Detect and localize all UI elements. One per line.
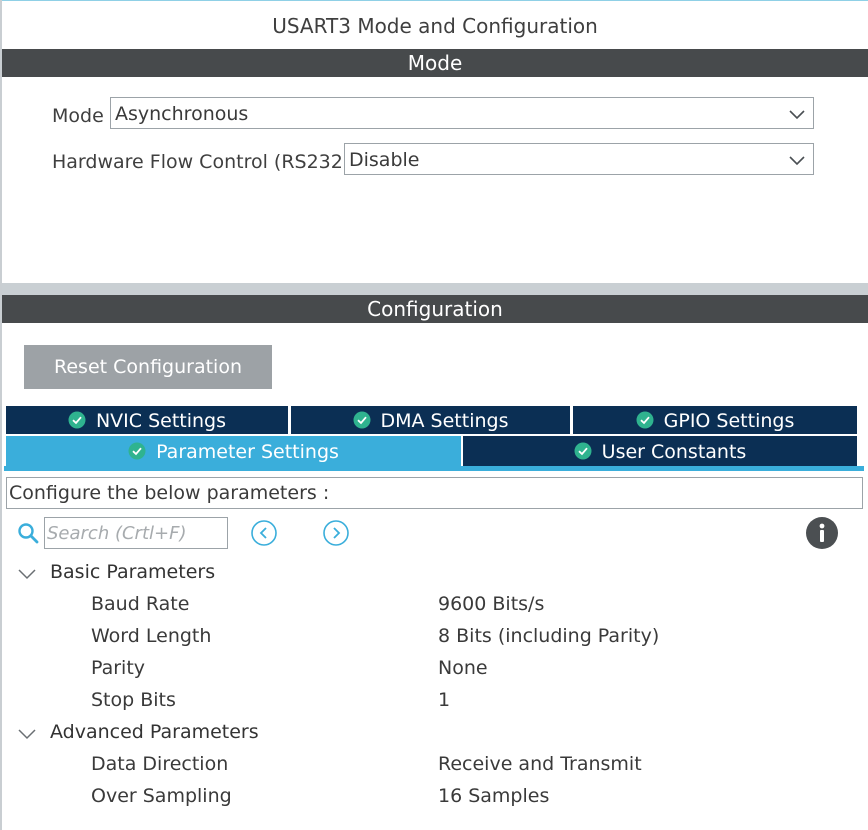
chevron-right-circle-icon[interactable] — [322, 519, 350, 547]
tab-dma-settings-label: DMA Settings — [380, 410, 509, 432]
section-splitter[interactable] — [2, 283, 868, 295]
tab-parameter-settings[interactable]: Parameter Settings — [6, 436, 461, 466]
tab-nvic-settings[interactable]: NVIC Settings — [6, 406, 288, 434]
mode-label: Mode — [52, 105, 104, 127]
param-value[interactable]: 16 Samples — [438, 780, 549, 812]
mode-select[interactable]: Asynchronous — [110, 97, 814, 129]
param-value[interactable]: 1 — [438, 684, 450, 716]
group-advanced-parameters-label: Advanced Parameters — [50, 721, 259, 743]
chevron-down-icon — [789, 156, 805, 166]
check-circle-icon — [353, 411, 370, 429]
chevron-down-icon — [789, 110, 805, 120]
check-circle-icon — [128, 442, 146, 460]
param-value[interactable]: None — [438, 652, 488, 684]
hardware-flow-control-label: Hardware Flow Control (RS232) — [52, 151, 351, 173]
tab-user-constants[interactable]: User Constants — [463, 436, 857, 466]
param-value[interactable]: 9600 Bits/s — [438, 588, 544, 620]
mode-select-value: Asynchronous — [115, 103, 249, 125]
mode-section-header: Mode — [2, 49, 868, 77]
param-name: Stop Bits — [91, 689, 176, 711]
param-name: Over Sampling — [91, 785, 232, 807]
active-tab-indicator — [4, 466, 864, 471]
group-basic-parameters-label: Basic Parameters — [50, 561, 216, 583]
chevron-down-icon — [18, 569, 36, 580]
hardware-flow-control-select[interactable]: Disable — [344, 143, 814, 175]
tab-dma-settings[interactable]: DMA Settings — [291, 406, 570, 434]
configuration-section-header: Configuration — [2, 295, 868, 323]
tab-user-constants-label: User Constants — [601, 441, 747, 463]
check-circle-icon — [68, 411, 86, 429]
param-value[interactable]: 8 Bits (including Parity) — [438, 620, 659, 652]
param-name: Data Direction — [91, 753, 229, 775]
window-title: USART3 Mode and Configuration — [272, 14, 598, 38]
hardware-flow-control-value: Disable — [349, 149, 420, 171]
tab-gpio-settings[interactable]: GPIO Settings — [573, 406, 857, 434]
window-left-border — [0, 0, 2, 830]
search-input[interactable] — [44, 517, 228, 549]
parameters-description: Configure the below parameters : — [6, 477, 863, 509]
param-name: Word Length — [91, 625, 212, 647]
chevron-left-circle-icon[interactable] — [250, 519, 278, 547]
reset-configuration-button[interactable]: Reset Configuration — [24, 345, 272, 389]
chevron-down-icon — [18, 729, 36, 740]
param-value[interactable]: Receive and Transmit — [438, 748, 642, 780]
tab-gpio-settings-label: GPIO Settings — [663, 410, 795, 432]
group-advanced-parameters[interactable]: Advanced Parameters — [16, 716, 259, 748]
tab-parameter-settings-label: Parameter Settings — [156, 441, 339, 463]
search-icon[interactable] — [16, 521, 40, 545]
group-basic-parameters[interactable]: Basic Parameters — [16, 556, 215, 588]
param-name: Parity — [91, 657, 146, 679]
tab-nvic-settings-label: NVIC Settings — [95, 410, 227, 432]
info-icon[interactable] — [805, 516, 839, 550]
check-circle-icon — [574, 442, 592, 460]
check-circle-icon — [636, 411, 654, 429]
param-name: Baud Rate — [91, 593, 190, 615]
